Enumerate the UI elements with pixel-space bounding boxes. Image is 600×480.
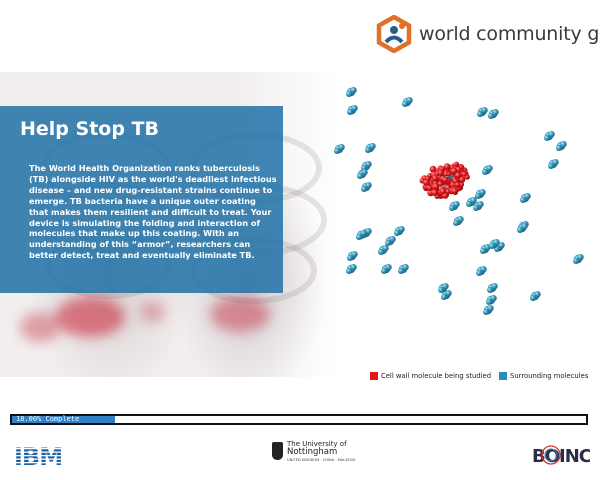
- surrounding-molecule: [449, 201, 460, 211]
- surrounding-molecule: [356, 230, 367, 240]
- surrounding-molecule: [475, 189, 486, 199]
- nottingham-line3: UNITED KINGDOM · CHINA · MALAYSIA: [287, 458, 356, 462]
- surrounding-molecule: [385, 236, 396, 246]
- info-panel: Help Stop TB The World Health Organizati…: [0, 106, 283, 293]
- surrounding-molecule: [346, 264, 357, 274]
- brand-text: world community grid: [419, 23, 600, 45]
- panel-body: The World Health Organization ranks tube…: [29, 163, 277, 261]
- boinc-text: BOINC: [532, 446, 590, 467]
- surrounding-molecule: [365, 143, 376, 153]
- surrounding-molecule: [378, 245, 389, 255]
- progress-text: 18.00% Complete: [16, 415, 80, 423]
- surrounding-molecule: [381, 264, 392, 274]
- legend-item-surrounding: Surrounding molecules: [499, 372, 588, 380]
- legend: Cell wall molecule being studied Surroun…: [370, 372, 596, 380]
- legend-item-cell-wall: Cell wall molecule being studied: [370, 372, 491, 380]
- surrounding-molecule: [453, 216, 464, 226]
- university-of-nottingham-logo: The University of Nottingham UNITED KING…: [272, 440, 355, 463]
- surrounding-molecule: [544, 131, 555, 141]
- surrounding-molecule: [347, 105, 358, 115]
- surrounding-molecule: [347, 251, 358, 261]
- surrounding-molecule: [334, 144, 345, 154]
- surrounding-molecule: [357, 169, 368, 179]
- surrounding-molecule: [530, 291, 541, 301]
- surrounding-molecule: [482, 165, 493, 175]
- surrounding-molecule: [483, 305, 494, 315]
- nottingham-crest-icon: [272, 442, 283, 460]
- ibm-logo: IBM: [14, 443, 80, 472]
- surrounding-molecule: [476, 266, 487, 276]
- cell-wall-molecule: [419, 161, 470, 199]
- progress-bar: 18.00% Complete: [10, 414, 588, 425]
- panel-title: Help Stop TB: [20, 118, 159, 140]
- legend-label: Cell wall molecule being studied: [381, 372, 492, 380]
- nottingham-line2: Nottingham: [287, 447, 338, 457]
- legend-swatch-red: [370, 372, 378, 380]
- surrounding-molecule: [361, 182, 372, 192]
- surrounding-molecule: [487, 283, 498, 293]
- surrounding-molecule: [548, 159, 559, 169]
- surrounding-molecule: [477, 107, 488, 117]
- surrounding-molecule: [346, 87, 357, 97]
- molecule-visualization: [330, 70, 600, 370]
- hexagon-people-icon: [375, 14, 413, 54]
- surrounding-molecule: [486, 295, 497, 305]
- surrounding-molecule: [520, 193, 531, 203]
- surrounding-molecule: [517, 223, 528, 233]
- surrounding-molecule: [402, 97, 413, 107]
- surrounding-molecule: [573, 254, 584, 264]
- surrounding-molecule: [394, 226, 405, 236]
- legend-swatch-blue: [499, 372, 508, 380]
- surrounding-molecule: [361, 161, 372, 171]
- surrounding-molecule: [488, 109, 499, 119]
- world-community-grid-logo: world community grid: [375, 14, 600, 54]
- boinc-logo: BOINC: [532, 442, 593, 473]
- surrounding-molecule: [398, 264, 409, 274]
- legend-label: Surrounding molecules: [510, 372, 589, 380]
- surrounding-molecule: [556, 141, 567, 151]
